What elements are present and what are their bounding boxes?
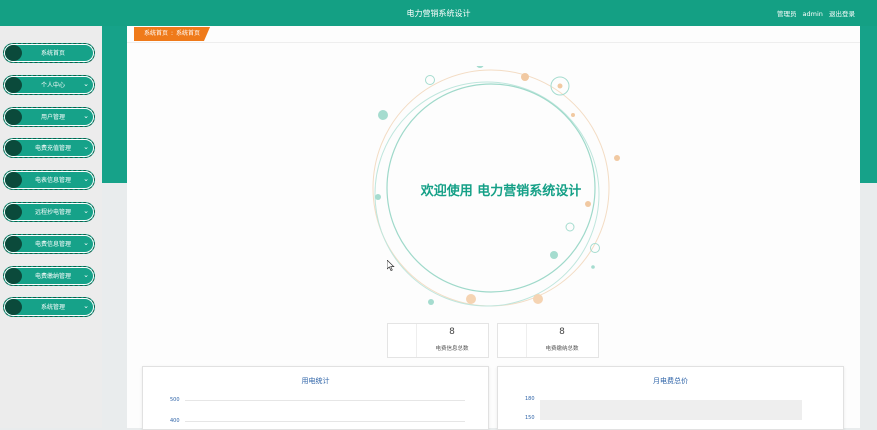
decor-dot <box>565 222 575 232</box>
sidebar-item-remote-reading[interactable]: 远程抄电管理 ⌄ <box>3 202 95 222</box>
chevron-down-icon: ⌄ <box>83 207 89 215</box>
breadcrumb-root[interactable]: 系统首页 <box>144 30 168 37</box>
stat-label: 电费缴纳总数 <box>545 346 579 352</box>
decor-dot <box>571 113 575 117</box>
chevron-down-icon: ⌄ <box>83 112 89 120</box>
sidebar-item-label: 系统管理 <box>40 304 65 311</box>
circle-icon <box>5 204 22 220</box>
app-title: 电力营销系统设计 <box>406 9 471 18</box>
stat-value: 8 <box>559 327 565 337</box>
grid-line <box>185 400 465 401</box>
chevron-down-icon: ⌄ <box>83 271 89 279</box>
grid-line <box>185 421 465 422</box>
cursor-arrow-icon <box>387 260 395 271</box>
sidebar-item-label: 个人中心 <box>40 82 65 89</box>
sidebar-item-label: 系统首页 <box>40 50 65 57</box>
circle-icon <box>5 45 22 61</box>
decor-dot <box>590 243 600 253</box>
decor-dot <box>476 66 484 68</box>
welcome-title: 欢迎使用 电力营销系统设计 <box>420 184 582 199</box>
decor-dot <box>614 155 620 161</box>
circle-icon <box>5 172 22 188</box>
user-area: 管理员 admin 退出登录 <box>773 8 855 18</box>
top-header: 电力营销系统设计 管理员 admin 退出登录 <box>0 0 877 26</box>
sidebar-item-label: 远程抄电管理 <box>34 209 71 216</box>
chart-panel-usage: 用电统计 500 400 <box>142 366 489 430</box>
chevron-down-icon: ⌄ <box>83 302 89 310</box>
chevron-down-icon: ⌄ <box>83 143 89 151</box>
circle-icon <box>5 299 22 315</box>
y-tick-label: 150 <box>525 415 535 421</box>
decor-dot <box>466 294 476 304</box>
decor-dot <box>550 251 558 259</box>
sidebar-item-home[interactable]: 系统首页 <box>3 43 95 63</box>
sidebar-item-recharge[interactable]: 电费充值管理 ⌄ <box>3 138 95 158</box>
sidebar-item-label: 电费充值管理 <box>34 145 71 152</box>
username: admin <box>802 10 823 18</box>
decor-dot <box>425 75 435 85</box>
decor-dot <box>521 73 529 81</box>
chevron-down-icon: ⌄ <box>83 80 89 88</box>
stat-value: 8 <box>449 327 455 337</box>
decor-dot <box>533 294 543 304</box>
sidebar: 系统首页 个人中心 ⌄ 用户管理 ⌄ 电费充值管理 ⌄ 电表信息管理 ⌄ 远程抄… <box>0 26 102 428</box>
decor-dot <box>557 83 563 89</box>
circle-icon <box>5 236 22 252</box>
chart-title: 用电统计 <box>301 377 330 385</box>
stat-label: 电费信息总数 <box>435 346 469 352</box>
sidebar-item-label: 电费信息管理 <box>34 241 71 248</box>
y-tick-label: 400 <box>170 418 180 424</box>
sidebar-item-users[interactable]: 用户管理 ⌄ <box>3 107 95 127</box>
decor-dot <box>375 194 381 200</box>
chart-bar <box>540 400 802 420</box>
y-tick-label: 180 <box>525 396 535 402</box>
breadcrumb-bar: 系统首页: 系统首页 <box>127 26 860 43</box>
sidebar-item-label: 电费缴纳管理 <box>34 273 71 280</box>
sidebar-item-system[interactable]: 系统管理 ⌄ <box>3 297 95 317</box>
main-content: 系统首页: 系统首页 欢迎使用 电力营销系统设计 8 电费信息总数 8 电费缴纳总… <box>127 26 860 430</box>
breadcrumb-current: 系统首页 <box>176 30 201 37</box>
sidebar-item-label: 电表信息管理 <box>34 177 71 184</box>
circle-icon <box>5 109 22 125</box>
sidebar-item-meter-info[interactable]: 电表信息管理 ⌄ <box>3 170 95 190</box>
chart-panel-monthly-fee: 月电费总价 180 150 <box>497 366 844 430</box>
stat-card-fee-info: 8 电费信息总数 <box>387 323 489 358</box>
sidebar-item-payment[interactable]: 电费缴纳管理 ⌄ <box>3 266 95 286</box>
chart-title: 月电费总价 <box>653 377 688 385</box>
user-role: 管理员 <box>776 10 797 18</box>
circle-icon <box>5 77 22 93</box>
decor-dot <box>428 299 434 305</box>
y-tick-label: 500 <box>170 397 180 403</box>
sidebar-item-label: 用户管理 <box>40 114 65 121</box>
decor-dot <box>585 201 591 207</box>
circle-icon <box>5 268 22 284</box>
decor-dot <box>591 265 595 269</box>
decor-dot <box>378 110 388 120</box>
sidebar-item-fee-info[interactable]: 电费信息管理 ⌄ <box>3 234 95 254</box>
breadcrumb-separator: : <box>171 30 174 37</box>
circle-icon <box>5 140 22 156</box>
logout-link[interactable]: 退出登录 <box>829 10 855 18</box>
stat-card-payment: 8 电费缴纳总数 <box>497 323 599 358</box>
chevron-down-icon: ⌄ <box>83 239 89 247</box>
breadcrumb: 系统首页: 系统首页 <box>134 27 211 41</box>
chevron-down-icon: ⌄ <box>83 175 89 183</box>
sidebar-item-personal-center[interactable]: 个人中心 ⌄ <box>3 75 95 95</box>
